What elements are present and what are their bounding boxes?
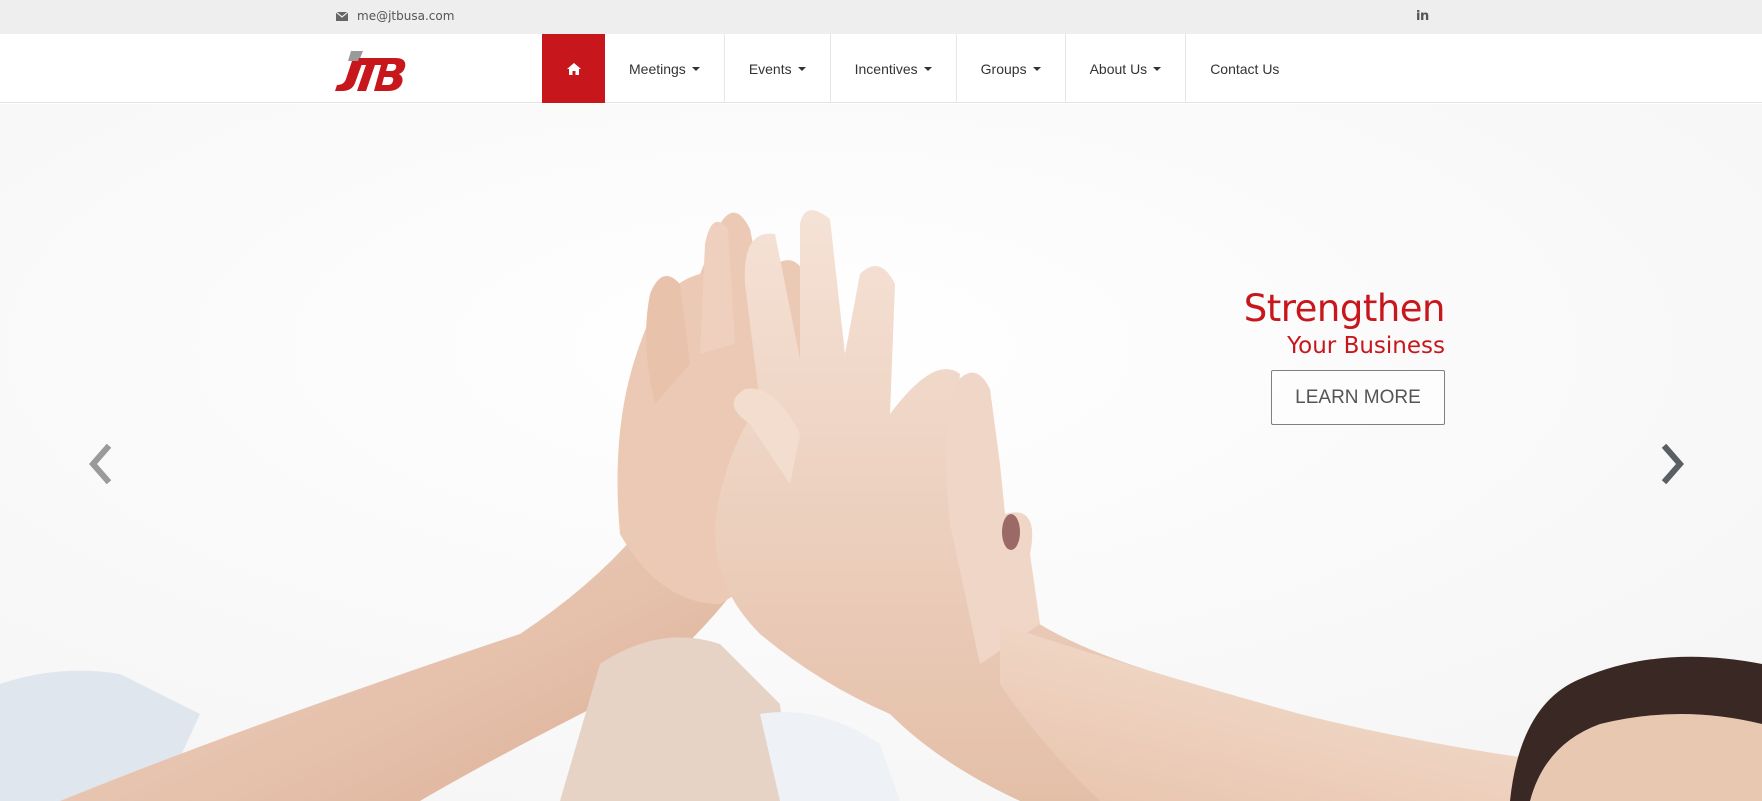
chevron-right-icon[interactable]: [1658, 444, 1688, 484]
envelope-icon: [336, 11, 348, 21]
hero-carousel: Strengthen Your Business LEARN MORE: [0, 104, 1762, 801]
nav-label: Meetings: [629, 60, 686, 77]
hero-image-high-five-hands: [0, 104, 1762, 801]
nav-menu: Meetings Events Incentives Groups About …: [542, 34, 1303, 103]
top-contact-bar: me@jtbusa.com in: [0, 0, 1762, 34]
nav-item-about-us[interactable]: About Us: [1066, 34, 1187, 103]
caret-down-icon: [1032, 67, 1041, 71]
chevron-left-icon[interactable]: [85, 444, 115, 484]
email-address: me@jtbusa.com: [357, 9, 455, 23]
linkedin-icon[interactable]: in: [1416, 9, 1429, 24]
nav-label: About Us: [1089, 60, 1148, 77]
nav-label: Events: [748, 60, 792, 77]
nav-label: Incentives: [854, 60, 918, 77]
nav-label: Groups: [980, 60, 1027, 77]
nav-item-incentives[interactable]: Incentives: [831, 34, 957, 103]
learn-more-button[interactable]: LEARN MORE: [1271, 370, 1445, 425]
home-icon: [566, 62, 581, 75]
hero-caption: Strengthen Your Business LEARN MORE: [1243, 287, 1446, 425]
nav-item-meetings[interactable]: Meetings: [605, 34, 725, 103]
jtb-logo[interactable]: [333, 48, 407, 92]
main-navbar: Meetings Events Incentives Groups About …: [0, 34, 1762, 103]
nav-item-groups[interactable]: Groups: [957, 34, 1066, 103]
nav-item-events[interactable]: Events: [725, 34, 831, 103]
caret-down-icon: [691, 67, 700, 71]
nav-item-home[interactable]: [542, 34, 605, 103]
caret-down-icon: [797, 67, 806, 71]
nav-label: Contact Us: [1210, 60, 1280, 77]
email-link[interactable]: me@jtbusa.com: [336, 9, 454, 23]
hero-heading: Strengthen: [1243, 287, 1446, 330]
hero-subheading: Your Business: [1287, 333, 1445, 359]
nav-item-contact-us[interactable]: Contact Us: [1186, 34, 1303, 103]
caret-down-icon: [1153, 67, 1162, 71]
caret-down-icon: [923, 67, 932, 71]
